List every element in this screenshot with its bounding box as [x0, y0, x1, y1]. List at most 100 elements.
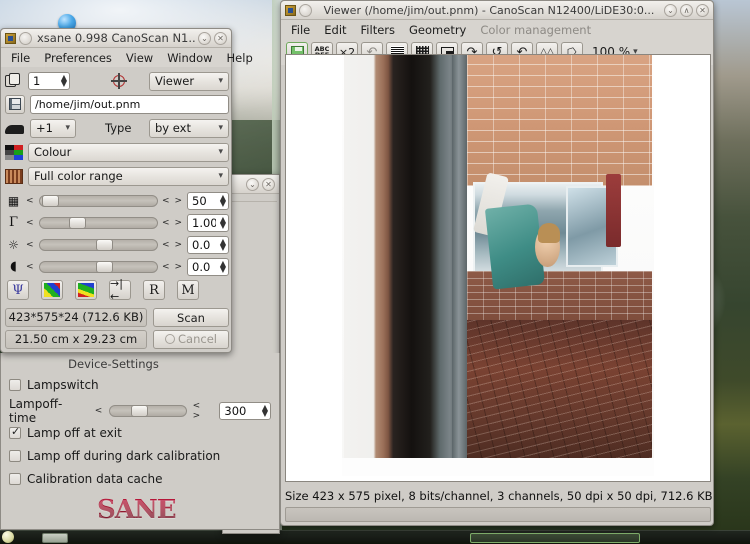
viewer-window[interactable]: Viewer (/home/jim/out.pnm) - CanoScan N1… — [280, 0, 714, 526]
lampswitch-row[interactable]: Lampswitch — [9, 378, 99, 392]
viewer-titlebar[interactable]: Viewer (/home/jim/out.pnm) - CanoScan N1… — [281, 1, 713, 20]
target-combo[interactable]: Viewer ▾ — [149, 71, 229, 91]
range-combo[interactable]: Full color range ▾ — [28, 166, 229, 186]
background-minimize-icon[interactable]: ⌄ — [246, 177, 259, 191]
resolution-stepper-icon[interactable]: ▲ ▼ — [220, 194, 226, 208]
calibration-cache-checkbox[interactable] — [9, 473, 21, 485]
viewer-close-icon[interactable]: ✕ — [696, 3, 709, 17]
device-settings-panel: Device-Settings Lampswitch Lampoff-time … — [0, 353, 280, 530]
slider-step-arrows-icon[interactable]: < > — [162, 218, 183, 228]
calibration-cache-row[interactable]: Calibration data cache — [9, 472, 163, 486]
slider-step-arrows-icon[interactable]: < > — [162, 196, 183, 206]
type-combo[interactable]: by ext ▾ — [149, 118, 229, 138]
contrast-icon: ◖ — [10, 259, 17, 274]
lampoff-time-spinner[interactable]: 300 ▲ ▼ — [219, 402, 271, 420]
contrast-spinner[interactable]: 0.0 ▲ ▼ — [187, 258, 229, 276]
brightness-value: 0.0 — [192, 238, 211, 252]
menu-window[interactable]: Window — [161, 50, 218, 66]
auto-level-icon[interactable]: →|← — [109, 277, 131, 303]
brightness-slider[interactable] — [38, 239, 159, 251]
lampoff-step-arrows-icon[interactable]: < > — [193, 401, 214, 421]
viewer-menu-geometry[interactable]: Geometry — [403, 22, 472, 38]
resolution-spinner[interactable]: 50 ▲ ▼ — [187, 192, 229, 210]
menu-view[interactable]: View — [120, 50, 159, 66]
xsane-titlebar[interactable]: xsane 0.998 CanoScan N1... ⌄ ✕ — [1, 29, 231, 48]
viewer-minimize-icon[interactable]: ⌄ — [664, 3, 677, 17]
brightness-icon: ☼ — [8, 238, 19, 252]
viewer-menu-file[interactable]: File — [285, 22, 316, 38]
slider-left-arrow-icon[interactable]: < — [26, 218, 35, 228]
histogram-icon[interactable] — [41, 280, 63, 300]
xsane-minimize-icon[interactable]: ⌄ — [198, 31, 211, 45]
chevron-down-icon: ▾ — [218, 147, 223, 157]
gamma-curve-icon[interactable] — [75, 280, 97, 300]
lamp-off-at-exit-row[interactable]: Lamp off at exit — [9, 425, 122, 440]
taskbar-start-icon[interactable] — [2, 531, 14, 543]
save-icon[interactable] — [5, 94, 25, 114]
viewer-menu-dot-icon[interactable] — [299, 3, 312, 17]
slider-knob[interactable] — [131, 405, 149, 417]
film-icon — [5, 168, 23, 184]
slider-left-arrow-icon[interactable]: < — [26, 240, 35, 250]
viewer-image-canvas[interactable] — [285, 54, 711, 482]
xsane-menu-dot-icon[interactable] — [19, 31, 32, 45]
target-combo-value: Viewer — [155, 74, 195, 88]
xsane-close-icon[interactable]: ✕ — [214, 31, 227, 45]
lampoff-time-slider[interactable] — [109, 405, 187, 417]
copies-stepper-icon[interactable]: ▲ ▼ — [61, 74, 67, 88]
contrast-stepper-icon[interactable]: ▲ ▼ — [220, 260, 226, 274]
lampoff-left-arrow-icon[interactable]: < — [95, 406, 104, 416]
copies-icon — [5, 73, 23, 89]
filename-input[interactable]: /home/jim/out.pnm — [30, 94, 229, 114]
menu-file[interactable]: File — [5, 50, 36, 66]
slider-knob[interactable] — [95, 239, 113, 251]
taskbar[interactable] — [0, 530, 750, 544]
brightness-spinner[interactable]: 0.0 ▲ ▼ — [187, 236, 229, 254]
viewer-bottom-bar[interactable] — [285, 507, 711, 522]
slider-knob[interactable] — [68, 217, 86, 229]
medium-icon[interactable]: M — [177, 280, 199, 300]
viewer-menu-edit[interactable]: Edit — [318, 22, 352, 38]
viewer-menubar[interactable]: File Edit Filters Geometry Color managem… — [281, 20, 713, 39]
background-close-icon[interactable]: ✕ — [262, 177, 275, 191]
brightness-stepper-icon[interactable]: ▲ ▼ — [220, 238, 226, 252]
taskbar-launcher-item[interactable] — [42, 533, 68, 543]
lamp-off-at-exit-checkbox[interactable] — [9, 425, 21, 439]
slider-knob[interactable] — [95, 261, 113, 273]
copies-spinner[interactable]: 1 ▲ ▼ — [28, 72, 70, 90]
contrast-slider[interactable] — [38, 261, 159, 273]
reset-icon[interactable]: R — [143, 280, 165, 300]
slider-left-arrow-icon[interactable]: < — [26, 196, 35, 206]
psi-icon[interactable]: Ψ — [7, 280, 29, 300]
scan-button[interactable]: Scan — [153, 307, 229, 327]
slider-step-arrows-icon[interactable]: < > — [162, 262, 183, 272]
xsane-window-title: xsane 0.998 CanoScan N1... — [37, 31, 195, 45]
lampswitch-checkbox[interactable] — [9, 379, 21, 391]
xsane-window[interactable]: xsane 0.998 CanoScan N1... ⌄ ✕ File Pref… — [0, 28, 253, 353]
cancel-label: Cancel — [178, 332, 217, 346]
lampoff-stepper-icon[interactable]: ▲ ▼ — [262, 404, 268, 418]
gamma-slider[interactable] — [38, 217, 159, 229]
gamma-stepper-icon[interactable]: ▲ ▼ — [220, 216, 226, 230]
colour-combo[interactable]: Colour ▾ — [28, 142, 229, 162]
cancel-button[interactable]: Cancel — [153, 329, 229, 349]
increment-combo[interactable]: +1 ▾ — [30, 118, 76, 138]
taskbar-window-button[interactable] — [470, 533, 640, 543]
viewer-menu-filters[interactable]: Filters — [355, 22, 401, 38]
lamp-off-dark-cal-row[interactable]: Lamp off during dark calibration — [9, 449, 220, 463]
colour-row: Colour ▾ — [5, 141, 229, 163]
resolution-slider[interactable] — [38, 195, 159, 207]
menu-preferences[interactable]: Preferences — [38, 50, 118, 66]
xsane-app-icon — [5, 32, 16, 44]
color-mode-icon — [5, 144, 23, 160]
slider-knob[interactable] — [41, 195, 59, 207]
viewer-maximize-icon[interactable]: ∧ — [680, 3, 693, 17]
slider-step-arrows-icon[interactable]: < > — [162, 240, 183, 250]
copies-row: 1 ▲ ▼ Viewer ▾ — [5, 71, 229, 91]
xsane-menubar[interactable]: File Preferences View Window Help — [1, 48, 253, 67]
menu-help[interactable]: Help — [221, 50, 259, 66]
lamp-off-dark-cal-checkbox[interactable] — [9, 450, 21, 462]
slider-left-arrow-icon[interactable]: < — [26, 262, 35, 272]
device-settings-title: Device-Settings — [68, 357, 159, 371]
gamma-spinner[interactable]: 1.00 ▲ ▼ — [187, 214, 229, 232]
